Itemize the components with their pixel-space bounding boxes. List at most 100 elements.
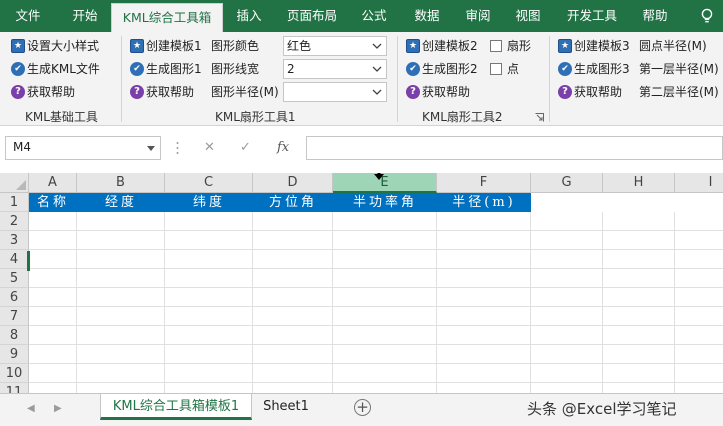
- create-template-2-button[interactable]: ★ 创建模板2: [406, 36, 478, 56]
- cell-b11[interactable]: [77, 383, 165, 393]
- cell-i3[interactable]: [675, 231, 723, 250]
- cell-c9[interactable]: [165, 345, 253, 364]
- cell-d1[interactable]: 方位角: [253, 193, 333, 212]
- tab-insert[interactable]: 插入: [226, 0, 272, 32]
- column-header-c[interactable]: C: [165, 173, 253, 193]
- cell-e2[interactable]: [333, 212, 437, 231]
- cell-c2[interactable]: [165, 212, 253, 231]
- select-all-button[interactable]: [0, 173, 29, 193]
- cell-h6[interactable]: [603, 288, 675, 307]
- cell-d8[interactable]: [253, 326, 333, 345]
- cell-d3[interactable]: [253, 231, 333, 250]
- cell-a2[interactable]: [29, 212, 77, 231]
- column-header-b[interactable]: B: [77, 173, 165, 193]
- cell-b9[interactable]: [77, 345, 165, 364]
- column-header-a[interactable]: A: [29, 173, 77, 193]
- row-header-7[interactable]: 7: [0, 307, 29, 326]
- generate-shape-2-button[interactable]: ✔ 生成图形2: [406, 59, 478, 79]
- cell-h10[interactable]: [603, 364, 675, 383]
- cell-i8[interactable]: [675, 326, 723, 345]
- cell-a10[interactable]: [29, 364, 77, 383]
- cell-i2[interactable]: [675, 212, 723, 231]
- cell-f6[interactable]: [437, 288, 531, 307]
- cell-g5[interactable]: [531, 269, 603, 288]
- column-header-d[interactable]: D: [253, 173, 333, 193]
- cell-g6[interactable]: [531, 288, 603, 307]
- cell-d9[interactable]: [253, 345, 333, 364]
- cell-g11[interactable]: [531, 383, 603, 393]
- cell-e4[interactable]: [333, 250, 437, 269]
- cell-e8[interactable]: [333, 326, 437, 345]
- cell-f9[interactable]: [437, 345, 531, 364]
- cell-a3[interactable]: [29, 231, 77, 250]
- tab-formulas[interactable]: 公式: [350, 0, 398, 32]
- cell-e5[interactable]: [333, 269, 437, 288]
- cell-i7[interactable]: [675, 307, 723, 326]
- get-help-button-4[interactable]: ? 获取帮助: [558, 82, 622, 102]
- row-header-6[interactable]: 6: [0, 288, 29, 307]
- tab-developer[interactable]: 开发工具: [557, 0, 627, 32]
- sector-checkbox[interactable]: [490, 40, 502, 52]
- cell-e9[interactable]: [333, 345, 437, 364]
- row-header-9[interactable]: 9: [0, 345, 29, 364]
- cell-a5[interactable]: [29, 269, 77, 288]
- cell-e10[interactable]: [333, 364, 437, 383]
- scroll-left-icon[interactable]: ◀: [27, 403, 35, 414]
- cell-b3[interactable]: [77, 231, 165, 250]
- dialog-launcher-icon[interactable]: [535, 113, 544, 122]
- insert-function-icon[interactable]: fx: [277, 140, 289, 155]
- cell-a7[interactable]: [29, 307, 77, 326]
- tab-file[interactable]: 文件: [6, 0, 50, 32]
- cell-c6[interactable]: [165, 288, 253, 307]
- row-header-8[interactable]: 8: [0, 326, 29, 345]
- name-box[interactable]: M4: [5, 136, 161, 160]
- row-header-4[interactable]: 4: [0, 250, 29, 269]
- cell-f7[interactable]: [437, 307, 531, 326]
- cell-g8[interactable]: [531, 326, 603, 345]
- cell-e1[interactable]: 半功率角: [333, 193, 437, 212]
- column-header-h[interactable]: H: [603, 173, 675, 193]
- cell-f1[interactable]: 半径(m): [437, 193, 531, 212]
- cell-b6[interactable]: [77, 288, 165, 307]
- cell-a9[interactable]: [29, 345, 77, 364]
- sheet-tab-kml-template[interactable]: KML综合工具箱模板1: [100, 394, 252, 420]
- cell-e7[interactable]: [333, 307, 437, 326]
- generate-kml-button[interactable]: ✔ 生成KML文件: [11, 59, 100, 79]
- cell-b10[interactable]: [77, 364, 165, 383]
- cell-i4[interactable]: [675, 250, 723, 269]
- set-size-style-button[interactable]: ★ 设置大小样式: [11, 36, 99, 56]
- row-header-11[interactable]: 11: [0, 383, 29, 393]
- cell-a8[interactable]: [29, 326, 77, 345]
- cell-c11[interactable]: [165, 383, 253, 393]
- cell-d10[interactable]: [253, 364, 333, 383]
- cell-c3[interactable]: [165, 231, 253, 250]
- cell-f5[interactable]: [437, 269, 531, 288]
- cell-h8[interactable]: [603, 326, 675, 345]
- cell-a1[interactable]: 名称: [29, 193, 77, 212]
- cell-h3[interactable]: [603, 231, 675, 250]
- cell-f11[interactable]: [437, 383, 531, 393]
- cell-d5[interactable]: [253, 269, 333, 288]
- cell-g10[interactable]: [531, 364, 603, 383]
- cell-g7[interactable]: [531, 307, 603, 326]
- cell-c4[interactable]: [165, 250, 253, 269]
- tab-page-layout[interactable]: 页面布局: [278, 0, 346, 32]
- tab-home[interactable]: 开始: [61, 0, 109, 32]
- cancel-icon[interactable]: ✕: [204, 140, 215, 155]
- cell-h5[interactable]: [603, 269, 675, 288]
- tab-data[interactable]: 数据: [404, 0, 450, 32]
- get-help-button-1[interactable]: ? 获取帮助: [11, 82, 75, 102]
- cell-f10[interactable]: [437, 364, 531, 383]
- column-header-f[interactable]: F: [437, 173, 531, 193]
- get-help-button-2[interactable]: ? 获取帮助: [130, 82, 194, 102]
- cell-g4[interactable]: [531, 250, 603, 269]
- cell-b4[interactable]: [77, 250, 165, 269]
- cell-f2[interactable]: [437, 212, 531, 231]
- cell-c5[interactable]: [165, 269, 253, 288]
- point-checkbox[interactable]: [490, 63, 502, 75]
- cell-i6[interactable]: [675, 288, 723, 307]
- cell-c10[interactable]: [165, 364, 253, 383]
- cell-g9[interactable]: [531, 345, 603, 364]
- tab-help[interactable]: 帮助: [632, 0, 678, 32]
- cell-h4[interactable]: [603, 250, 675, 269]
